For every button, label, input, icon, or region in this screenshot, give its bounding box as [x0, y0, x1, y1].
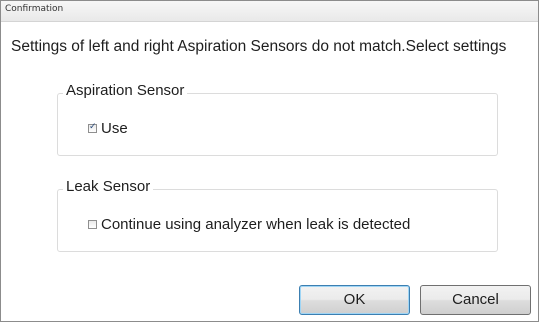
use-aspiration-checkbox-row[interactable]: ✓ Use [88, 120, 128, 137]
aspiration-sensor-legend: Aspiration Sensor [63, 82, 188, 99]
confirmation-message: Settings of left and right Aspiration Se… [11, 38, 507, 55]
window-title: Confirmation [5, 4, 64, 14]
aspiration-sensor-group: Aspiration Sensor ✓ Use [57, 82, 498, 156]
continue-on-leak-checkbox-row[interactable]: Continue using analyzer when leak is det… [88, 216, 410, 233]
check-icon: ✓ [89, 122, 97, 132]
confirmation-dialog: Confirmation Settings of left and right … [0, 0, 539, 322]
continue-on-leak-label[interactable]: Continue using analyzer when leak is det… [101, 216, 410, 233]
cancel-button[interactable]: Cancel [420, 285, 531, 315]
continue-on-leak-checkbox[interactable] [88, 220, 97, 229]
leak-sensor-group: Leak Sensor Continue using analyzer when… [57, 178, 498, 252]
ok-button[interactable]: OK [299, 285, 410, 315]
title-bar[interactable]: Confirmation [1, 1, 538, 22]
use-aspiration-checkbox[interactable]: ✓ [88, 122, 97, 133]
leak-sensor-legend: Leak Sensor [63, 178, 154, 195]
use-aspiration-label[interactable]: Use [101, 120, 128, 137]
